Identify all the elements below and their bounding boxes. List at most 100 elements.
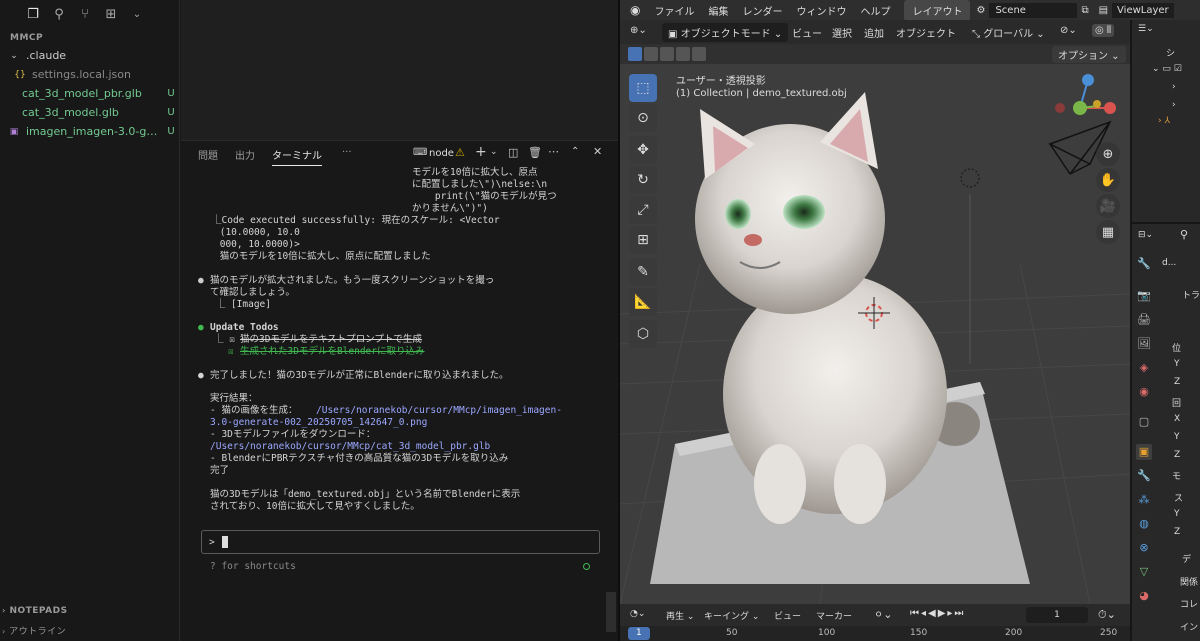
- object-name-field[interactable]: d...: [1162, 258, 1176, 268]
- transform-orientation-dropdown[interactable]: ⤡ グローバル ⌄: [972, 25, 1045, 40]
- object-props-icon[interactable]: ▣: [1136, 444, 1152, 460]
- file-path-link[interactable]: /Users/noranekob/cursor/MMcp/imagen_imag…: [316, 405, 562, 416]
- world-props-icon[interactable]: ◉: [1136, 384, 1152, 400]
- new-scene-icon[interactable]: ⧉: [1081, 5, 1088, 16]
- extensions-icon[interactable]: ⊞: [100, 3, 122, 25]
- physics-props-icon[interactable]: ◍: [1136, 516, 1152, 532]
- tab-output[interactable]: 出力: [235, 147, 255, 162]
- menu-file[interactable]: ファイル: [654, 3, 694, 18]
- viewlayer-selector[interactable]: ViewLayer: [1112, 2, 1174, 18]
- notepads-section[interactable]: › NOTEPADS: [2, 606, 68, 616]
- mode-dropdown[interactable]: ▣ オブジェクトモード ⌄: [662, 23, 789, 42]
- collection-props-icon[interactable]: ▢: [1136, 414, 1152, 430]
- section-header[interactable]: 関係: [1180, 575, 1198, 588]
- view-layer-props-icon[interactable]: 🖼: [1136, 336, 1152, 352]
- menu-edit[interactable]: 編集: [708, 3, 728, 18]
- tool-props-icon[interactable]: 🔧: [1136, 256, 1152, 272]
- tree-item-settings[interactable]: {} settings.local.json: [0, 65, 180, 84]
- chevron-right-icon[interactable]: ›: [1172, 100, 1176, 110]
- select-box-mode-icon[interactable]: [628, 47, 642, 61]
- tree-item-pbr-glb[interactable]: cat_3d_model_pbr.glb U: [0, 84, 180, 103]
- render-props-icon[interactable]: 📷: [1136, 288, 1152, 304]
- 3d-viewport[interactable]: ユーザー・透視投影 (1) Collection | demo_textured…: [620, 64, 1130, 604]
- search-icon[interactable]: ⚲: [48, 3, 70, 25]
- data-props-icon[interactable]: ▽: [1136, 564, 1152, 580]
- camera-view-icon[interactable]: 🎥: [1096, 194, 1120, 218]
- menu-render[interactable]: レンダー: [742, 3, 782, 18]
- file-path-link[interactable]: 3.0-generate-002_20250705_142647_0.png: [210, 417, 427, 428]
- tree-item-glb[interactable]: cat_3d_model.glb U: [0, 103, 180, 122]
- menu-help[interactable]: ヘルプ: [860, 3, 890, 18]
- navigation-gizmo[interactable]: [1055, 74, 1116, 115]
- record-icon[interactable]: ⚪⌄: [874, 608, 892, 621]
- material-props-icon[interactable]: ◕: [1136, 588, 1152, 604]
- scene-props-icon[interactable]: ◈: [1136, 360, 1152, 376]
- zoom-icon[interactable]: ⊕: [1096, 142, 1120, 166]
- blender-logo-icon[interactable]: ◉: [630, 3, 640, 17]
- playback-controls[interactable]: ⏮◂◀▶▸⏭: [910, 608, 965, 619]
- tab-terminal[interactable]: ターミナル: [272, 147, 322, 166]
- section-header[interactable]: コレ: [1180, 597, 1198, 610]
- measure-tool-icon[interactable]: 📐: [629, 288, 657, 316]
- cursor-tool-icon[interactable]: ⊙: [629, 104, 657, 132]
- chevron-down-icon[interactable]: ⌄: [126, 3, 148, 25]
- tree-item-claude-folder[interactable]: ⌄ .claude: [0, 46, 180, 65]
- move-tool-icon[interactable]: ✥: [629, 136, 657, 164]
- select-extend-mode-icon[interactable]: [644, 47, 658, 61]
- light-object-icon[interactable]: [960, 168, 980, 188]
- timeline-view-menu[interactable]: ビュー: [774, 609, 801, 622]
- annotate-tool-icon[interactable]: ✎: [629, 258, 657, 286]
- scene-selector[interactable]: Scene: [989, 2, 1078, 18]
- menu-window[interactable]: ウィンドウ: [796, 3, 846, 18]
- playback-dropdown[interactable]: 再生 ⌄: [666, 609, 694, 622]
- constraints-props-icon[interactable]: ⊗: [1136, 540, 1152, 556]
- split-terminal-icon[interactable]: ◫: [508, 146, 518, 159]
- editor-type-icon[interactable]: ⊕⌄: [630, 25, 647, 36]
- current-frame-field[interactable]: 1: [1026, 607, 1088, 623]
- select-tool-icon[interactable]: ⬚: [629, 74, 657, 102]
- chevron-right-icon[interactable]: ›: [1172, 82, 1176, 92]
- menu-select[interactable]: 選択: [832, 25, 852, 40]
- modifier-props-icon[interactable]: 🔧: [1136, 468, 1152, 484]
- output-props-icon[interactable]: 🖨: [1136, 312, 1152, 328]
- section-header[interactable]: デ: [1182, 552, 1191, 565]
- add-cube-tool-icon[interactable]: ⬡: [629, 320, 657, 348]
- files-icon[interactable]: ❐: [22, 3, 44, 25]
- add-terminal-icon[interactable]: +: [475, 144, 487, 160]
- rotate-tool-icon[interactable]: ↻: [629, 166, 657, 194]
- maximize-panel-icon[interactable]: ⌃: [571, 146, 579, 157]
- particles-props-icon[interactable]: ⁂: [1136, 492, 1152, 508]
- search-icon[interactable]: ⚲: [1180, 228, 1188, 241]
- menu-object[interactable]: オブジェクト: [896, 25, 956, 40]
- more-actions-icon[interactable]: ⋯: [548, 145, 559, 158]
- tree-item-imagen-png[interactable]: ▣ imagen_imagen-3.0-ge... U: [0, 122, 180, 141]
- pan-hand-icon[interactable]: ✋: [1096, 168, 1120, 192]
- terminal-name[interactable]: node: [429, 148, 454, 159]
- trash-icon[interactable]: 🗑: [528, 146, 542, 159]
- chevron-down-icon[interactable]: ⌄: [490, 147, 498, 157]
- options-dropdown[interactable]: オプション ⌄: [1052, 46, 1126, 63]
- menu-view[interactable]: ビュー: [792, 25, 822, 40]
- source-control-icon[interactable]: ⑂: [74, 3, 96, 25]
- tab-layout[interactable]: レイアウト: [904, 0, 971, 21]
- prompt-input[interactable]: >: [201, 530, 600, 554]
- scale-tool-icon[interactable]: ⤢: [629, 196, 657, 224]
- timeline-ruler[interactable]: 1 50 100 150 200 250: [620, 626, 1130, 641]
- scrollbar[interactable]: [606, 592, 616, 632]
- timer-icon[interactable]: ⏱⌄: [1098, 608, 1116, 622]
- file-path-link[interactable]: /Users/noranekob/cursor/MMcp/cat_3d_mode…: [210, 441, 490, 452]
- snap-icon[interactable]: ⊘⌄: [1060, 25, 1077, 36]
- outline-section[interactable]: › アウトライン: [2, 624, 66, 637]
- collection-row[interactable]: ⌄ ▭ ☑: [1152, 64, 1182, 74]
- keying-dropdown[interactable]: キーイング ⌄: [704, 609, 759, 622]
- outliner-editor-icon[interactable]: ☰⌄: [1138, 24, 1154, 34]
- object-row-icon[interactable]: › ⅄: [1158, 116, 1170, 126]
- menu-add[interactable]: 追加: [864, 25, 884, 40]
- select-invert-mode-icon[interactable]: [676, 47, 690, 61]
- properties-editor-icon[interactable]: ⊟⌄: [1138, 230, 1153, 240]
- select-subtract-mode-icon[interactable]: [660, 47, 674, 61]
- select-intersect-mode-icon[interactable]: [692, 47, 706, 61]
- tab-problems[interactable]: 問題: [198, 147, 218, 162]
- close-panel-icon[interactable]: ✕: [593, 145, 602, 158]
- transform-section-label[interactable]: トラ: [1182, 288, 1200, 301]
